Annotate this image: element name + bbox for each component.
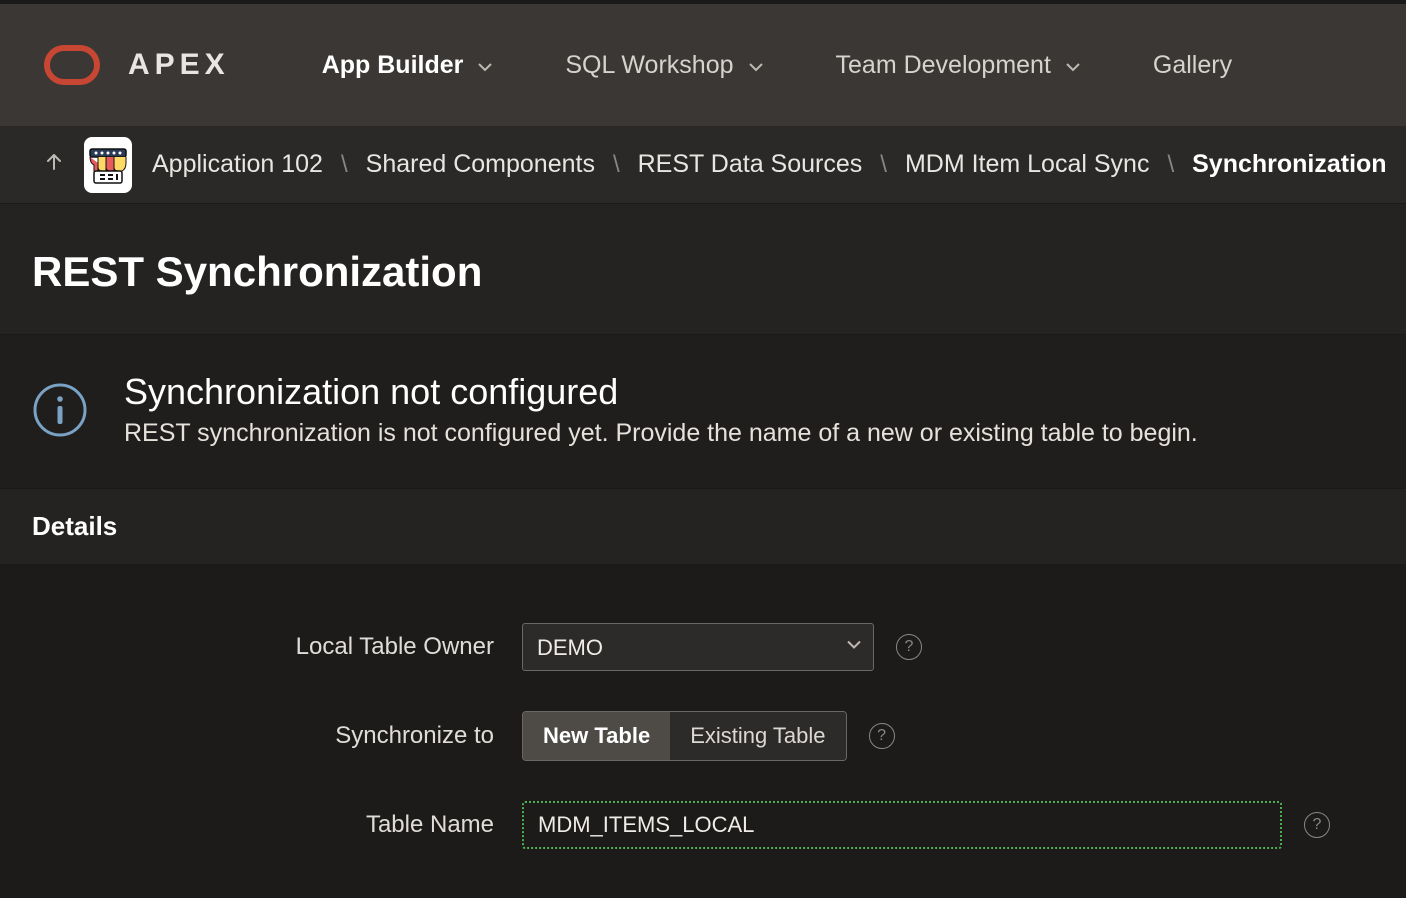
nav-sql-workshop[interactable]: SQL Workshop: [529, 2, 799, 128]
main-nav: App Builder SQL Workshop Team Developmen…: [286, 2, 1268, 128]
nav-up-icon[interactable]: [44, 151, 64, 179]
breadcrumb-bar: Application 102 \ Shared Components \ RE…: [0, 126, 1406, 204]
chevron-down-icon: [1065, 59, 1081, 75]
toggle-synchronize-to: New Table Existing Table: [522, 711, 847, 761]
breadcrumb-mdm-item-local-sync[interactable]: MDM Item Local Sync: [905, 150, 1150, 179]
top-nav: APEX App Builder SQL Workshop Team Devel…: [0, 0, 1406, 126]
nav-label: SQL Workshop: [565, 51, 733, 80]
toggle-new-table[interactable]: New Table: [523, 712, 670, 760]
help-icon[interactable]: ?: [1304, 812, 1330, 838]
info-text: Synchronization not configured REST sync…: [124, 371, 1198, 448]
label-synchronize-to: Synchronize to: [32, 722, 522, 750]
breadcrumb-separator: \: [341, 151, 348, 179]
breadcrumb-current: Synchronization: [1192, 150, 1386, 179]
nav-gallery[interactable]: Gallery: [1117, 2, 1268, 128]
breadcrumb-application[interactable]: Application 102: [152, 150, 323, 179]
info-icon: [32, 382, 88, 438]
breadcrumb-separator: \: [880, 151, 887, 179]
page-title: REST Synchronization: [32, 248, 1374, 296]
chevron-down-icon: [748, 59, 764, 75]
label-table-name: Table Name: [32, 811, 522, 839]
row-synchronize-to: Synchronize to New Table Existing Table …: [32, 711, 1374, 761]
label-local-table-owner: Local Table Owner: [32, 633, 522, 661]
breadcrumb-separator: \: [1167, 151, 1174, 179]
oracle-logo-icon: [44, 45, 100, 85]
info-title: Synchronization not configured: [124, 371, 1198, 413]
nav-app-builder[interactable]: App Builder: [286, 2, 530, 128]
help-icon[interactable]: ?: [896, 634, 922, 660]
brand: APEX: [44, 45, 230, 85]
breadcrumb-rest-data-sources[interactable]: REST Data Sources: [638, 150, 863, 179]
chevron-down-icon: [477, 59, 493, 75]
help-icon[interactable]: ?: [869, 723, 895, 749]
input-table-name[interactable]: [522, 801, 1282, 849]
info-banner: Synchronization not configured REST sync…: [0, 335, 1406, 489]
app-icon[interactable]: [84, 137, 132, 193]
info-description: REST synchronization is not configured y…: [124, 419, 1198, 448]
details-form: Local Table Owner DEMO ? Synchronize to …: [0, 565, 1406, 898]
nav-label: Team Development: [836, 51, 1051, 80]
select-local-table-owner[interactable]: DEMO: [522, 623, 874, 671]
breadcrumb-shared-components[interactable]: Shared Components: [366, 150, 595, 179]
nav-label: Gallery: [1153, 51, 1232, 80]
row-local-table-owner: Local Table Owner DEMO ?: [32, 623, 1374, 671]
row-table-name: Table Name ?: [32, 801, 1374, 849]
details-section-header: Details: [0, 489, 1406, 565]
nav-team-development[interactable]: Team Development: [800, 2, 1117, 128]
brand-text: APEX: [128, 48, 230, 82]
page-title-region: REST Synchronization: [0, 204, 1406, 335]
toggle-existing-table[interactable]: Existing Table: [670, 712, 845, 760]
nav-label: App Builder: [322, 51, 464, 80]
breadcrumb-separator: \: [613, 151, 620, 179]
breadcrumb: Application 102 \ Shared Components \ RE…: [152, 150, 1387, 179]
select-local-table-owner-wrap: DEMO: [522, 623, 874, 671]
